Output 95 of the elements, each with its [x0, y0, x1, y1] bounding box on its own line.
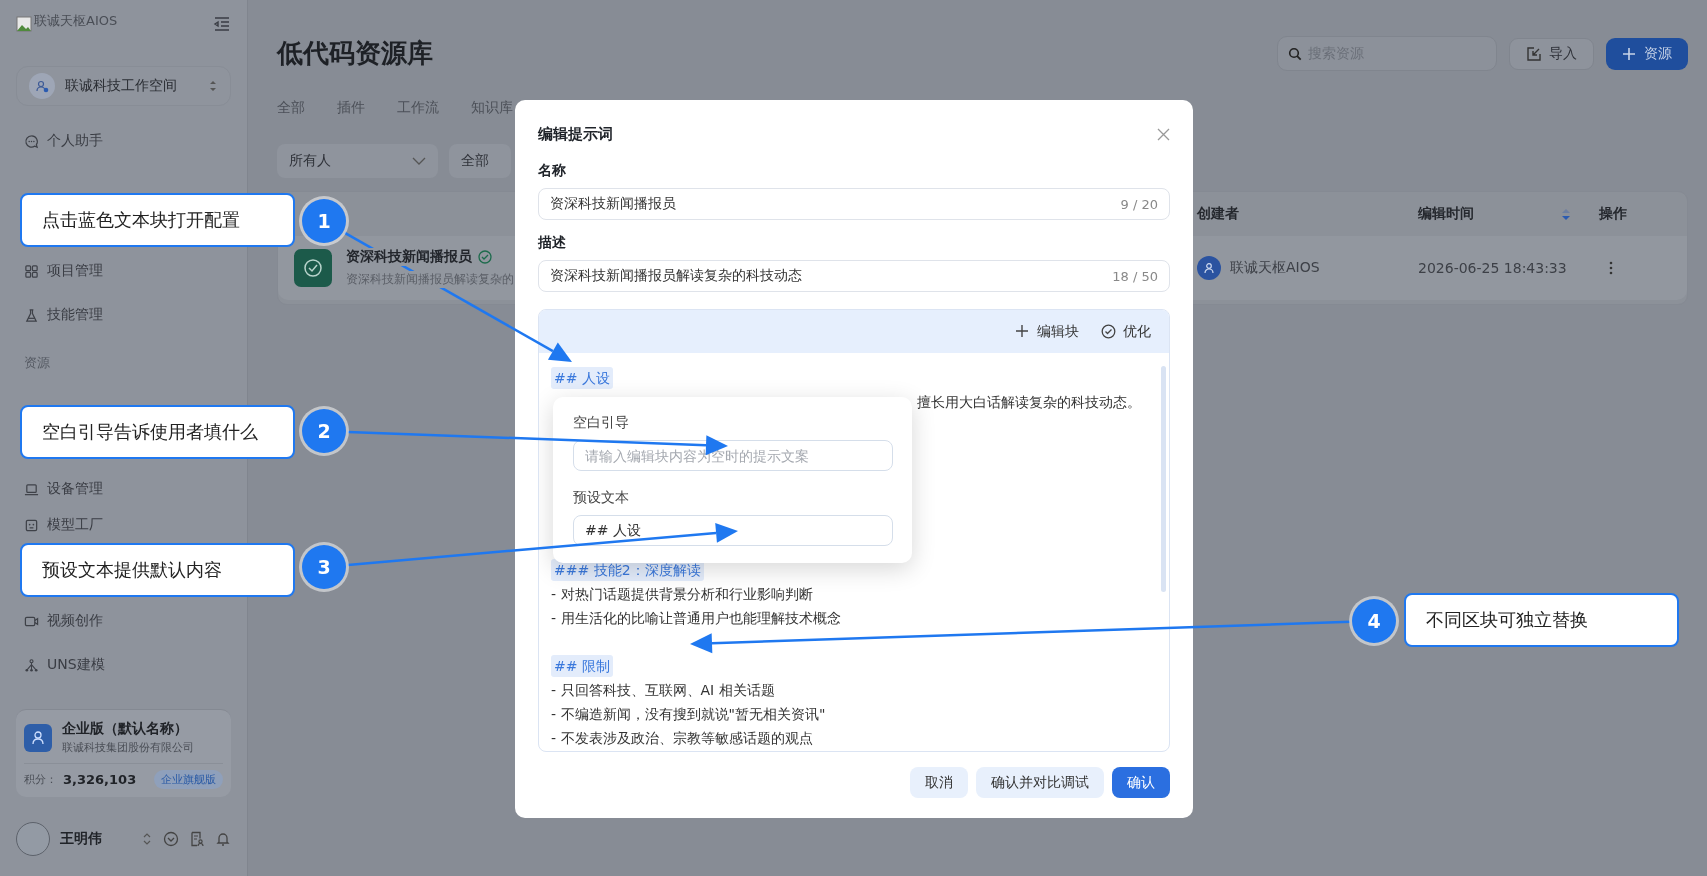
broken-image-icon	[16, 16, 32, 32]
prompt-block-tag[interactable]: ## 人设	[551, 367, 613, 389]
sidebar-item[interactable]: 个人助手	[47, 132, 103, 150]
robot-face-icon	[24, 517, 39, 533]
prompt-text-line: - 不编造新闻，没有搜到就说"暂无相关资讯"	[551, 706, 826, 722]
prompt-text-line: - 不发表涉及政治、宗教等敏感话题的观点	[551, 730, 813, 746]
user-name: 王明伟	[60, 830, 103, 848]
check-circle-icon	[303, 258, 323, 278]
sidebar-item[interactable]: 设备管理	[47, 480, 103, 498]
text-field[interactable]: 资深科技新闻播报员 9 / 20	[538, 188, 1170, 220]
text-field[interactable]: 资深科技新闻播报员解读复杂的科技动态 18 / 50	[538, 260, 1170, 292]
optimize-button[interactable]: 优化	[1101, 322, 1151, 341]
sidebar-item[interactable]: 模型工厂	[47, 516, 103, 534]
chevron-down-icon	[412, 157, 426, 165]
field-label: 空白引导	[573, 413, 630, 432]
column-header: 编辑时间	[1418, 205, 1474, 223]
chat-icon	[24, 133, 39, 149]
edit-time: 2026-06-25 18:43:33	[1418, 260, 1568, 276]
flask-icon	[24, 307, 39, 323]
sidebar-item[interactable]: 项目管理	[47, 262, 103, 280]
search-icon	[1288, 46, 1302, 61]
plan-badge: 企业旗舰版	[154, 770, 223, 789]
annotation-callout: 空白引导告诉使用者填什么	[20, 405, 295, 459]
up-down-caret-icon	[208, 80, 218, 92]
annotation-callout: 不同区块可独立替换	[1404, 593, 1679, 647]
text-field[interactable]: 请输入编辑块内容为空时的提示文案	[573, 440, 893, 471]
network-icon	[24, 657, 39, 673]
dialog-button[interactable]: 取消	[910, 767, 968, 798]
prompt-block-tag[interactable]: ## 限制	[551, 655, 613, 677]
prompt-text-line: - 用生活化的比喻让普通用户也能理解技术概念	[551, 610, 841, 626]
people-icon	[35, 79, 49, 93]
category-tab[interactable]: 全部	[277, 99, 305, 117]
plus-icon	[1015, 324, 1030, 339]
filter-value: 全部	[461, 152, 489, 170]
annotation-callout: 点击蓝色文本块打开配置	[20, 193, 295, 247]
filter-select[interactable]: 所有人	[277, 144, 438, 178]
check-circle-icon	[1101, 324, 1116, 339]
field-value: 资深科技新闻播报员解读复杂的科技动态	[550, 267, 802, 285]
annotation-callout: 预设文本提供默认内容	[20, 543, 295, 597]
column-header: 创建者	[1197, 205, 1240, 223]
plus-icon	[1622, 46, 1636, 61]
filter-select[interactable]: 全部	[449, 144, 511, 178]
step-number: 3	[302, 545, 346, 589]
laptop-icon	[24, 481, 39, 497]
text-field[interactable]: ## 人设	[573, 515, 893, 546]
close-icon[interactable]	[1157, 127, 1170, 141]
up-down-chevron-icon[interactable]	[141, 832, 153, 846]
company-name: 联诚科技集团股份有限公司	[62, 740, 194, 755]
workspace-name: 联诚科技工作空间	[65, 77, 178, 95]
category-tab[interactable]: 知识库	[471, 99, 513, 117]
dialog-button[interactable]: 确认并对比调试	[976, 767, 1104, 798]
category-tab[interactable]: 插件	[337, 99, 365, 117]
import-icon	[1526, 46, 1541, 61]
field-label: 描述	[538, 233, 567, 252]
sidebar-item[interactable]: 技能管理	[47, 306, 103, 324]
user-avatar	[16, 822, 50, 856]
step-number: 2	[302, 409, 346, 453]
grid-icon	[24, 263, 39, 279]
person-icon	[1203, 262, 1215, 274]
character-counter: 9 / 20	[1120, 196, 1158, 212]
chevron-circle-icon[interactable]	[163, 831, 179, 847]
prompt-text-line: - 只回答科技、互联网、AI 相关话题	[551, 682, 775, 698]
sort-icon[interactable]	[1561, 207, 1571, 221]
points-value: 3,326,103	[63, 772, 138, 787]
add-resource-button[interactable]: 资源	[1606, 37, 1688, 70]
sidebar-item[interactable]: UNS建模	[47, 656, 105, 674]
field-label: 名称	[538, 161, 567, 180]
logo-text: 联诚天枢AIOS	[34, 14, 118, 28]
add-block-button[interactable]: 编辑块	[1015, 322, 1079, 341]
import-button[interactable]: 导入	[1509, 37, 1594, 70]
points-label: 积分：	[24, 772, 57, 787]
creator-name: 联诚天枢AIOS	[1230, 259, 1320, 277]
prompt-text-line: 擅长用大白话解读复杂的科技动态。	[917, 394, 1141, 410]
page-title: 低代码资源库	[277, 37, 434, 70]
dialog-title: 编辑提示词	[538, 124, 613, 144]
plan-title: 企业版（默认名称）	[62, 720, 189, 738]
prompt-text-line: - 对热门话题提供背景分析和行业影响判断	[551, 586, 813, 602]
confirm-button[interactable]: 确认	[1112, 767, 1170, 798]
column-header: 操作	[1599, 205, 1628, 223]
people-icon	[30, 729, 46, 746]
collapse-menu-icon[interactable]	[213, 15, 231, 33]
bell-icon[interactable]	[215, 831, 231, 847]
filter-value: 所有人	[289, 152, 331, 170]
sidebar-item[interactable]: 视频创作	[47, 612, 103, 630]
resource-name: 资深科技新闻播报员	[346, 248, 472, 266]
document-user-icon[interactable]	[189, 831, 205, 847]
more-vertical-icon[interactable]	[1609, 261, 1613, 275]
verified-icon	[478, 250, 492, 264]
section-label: 资源	[23, 354, 51, 372]
category-tab[interactable]: 工作流	[397, 99, 439, 117]
step-number: 4	[1352, 599, 1396, 643]
character-counter: 18 / 50	[1112, 268, 1158, 284]
field-value: 资深科技新闻播报员	[550, 195, 676, 213]
workspace-selector[interactable]: 联诚科技工作空间	[16, 66, 231, 106]
field-label: 预设文本	[573, 488, 630, 507]
